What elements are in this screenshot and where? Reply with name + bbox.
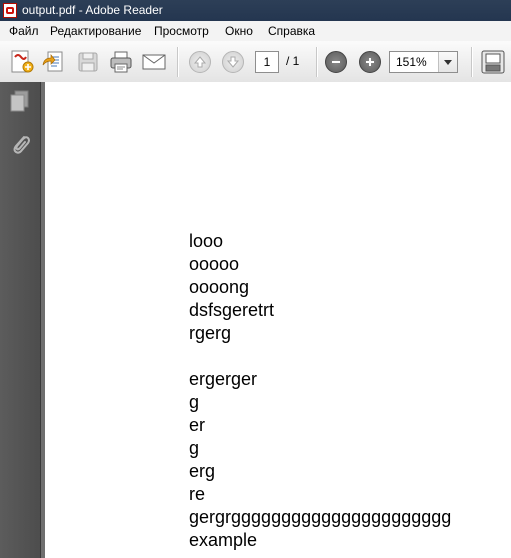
zoom-select[interactable]: 151% [389,51,458,73]
menu-view[interactable]: Просмотр [154,24,209,38]
text-line: gergrgggggggggggggggggggggg [189,507,452,527]
title-bar: output.pdf - Adobe Reader [0,0,511,21]
text-line: ergerger [189,369,258,389]
pdf-page: looo ooooo oooong dsfsgeretrt rgerg erge… [45,82,511,558]
menu-window[interactable]: Окно [225,24,253,38]
save-icon[interactable] [75,49,101,75]
text-line: ooooo [189,254,240,274]
email-icon[interactable] [141,49,167,75]
menu-file[interactable]: Файл [9,24,39,38]
toolbar-separator [316,47,318,77]
menu-bar: Файл Редактирование Просмотр Окно Справк… [0,21,511,42]
toolbar-separator [177,47,179,77]
document-area[interactable]: looo ooooo oooong dsfsgeretrt rgerg erge… [41,82,511,558]
toolbar-separator [471,47,473,77]
page-down-icon[interactable] [222,51,244,73]
menu-edit[interactable]: Редактирование [50,24,141,38]
zoom-in-icon[interactable] [359,51,381,73]
zoom-out-icon[interactable] [325,51,347,73]
text-line: g [189,392,200,412]
text-line: looo [189,231,224,251]
text-line: erg [189,461,216,481]
text-line: oooong [189,277,250,297]
text-line: g [189,438,200,458]
page-view-icon[interactable] [480,49,506,75]
print-icon[interactable] [108,49,134,75]
window-title: output.pdf - Adobe Reader [22,3,163,17]
text-line: example [189,530,258,550]
toolbar: 1 / 1 151% [0,41,511,83]
create-pdf-icon[interactable] [9,49,35,75]
page-number-input[interactable]: 1 [255,51,279,73]
export-icon[interactable] [40,49,66,75]
pages-icon[interactable] [9,89,31,118]
page-total: / 1 [286,54,300,68]
text-line: dsfsgeretrt [189,300,275,320]
text-line: re [189,484,206,504]
zoom-value: 151% [396,55,427,69]
document-text: looo ooooo oooong dsfsgeretrt rgerg erge… [189,230,451,552]
attachments-icon[interactable] [9,132,31,161]
page-up-icon[interactable] [189,51,211,73]
navigation-panel [0,82,41,558]
adobe-reader-icon [3,3,17,18]
text-line: er [189,415,206,435]
text-line: rgerg [189,323,232,343]
menu-help[interactable]: Справка [268,24,315,38]
text-line [189,345,451,368]
chevron-down-icon[interactable] [438,52,457,72]
